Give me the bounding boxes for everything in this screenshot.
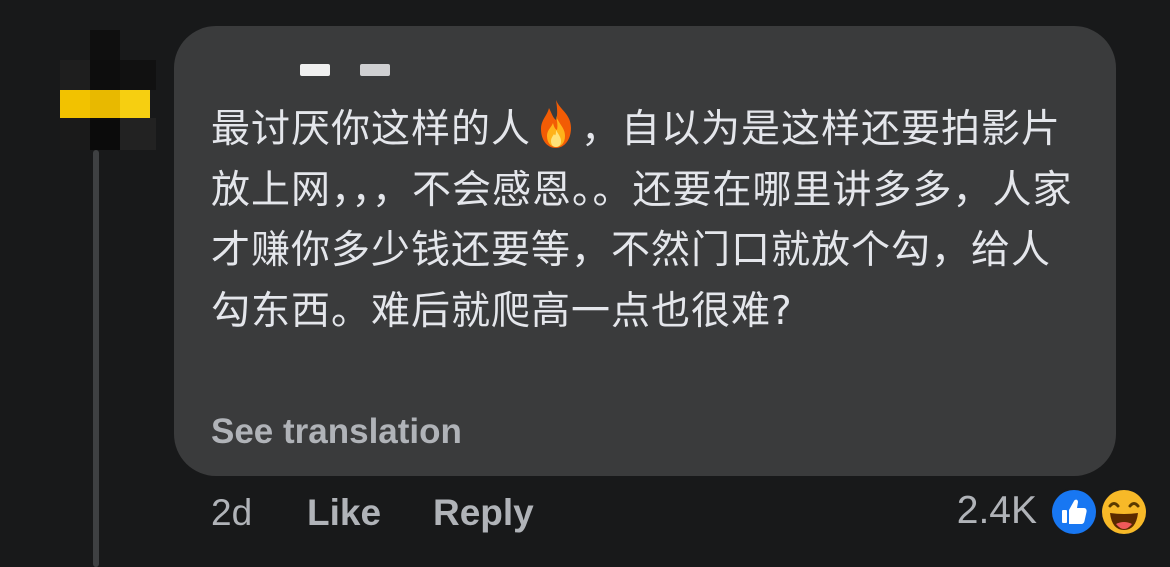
reaction-icons[interactable]	[1048, 486, 1153, 538]
comment-text-part-1: 最讨厌你这样的人	[211, 107, 532, 152]
comment-text: 最讨厌你这样的人 ，自以为是这样还要拍影片放上网，，，不会感恩。。还要在哪里讲多…	[211, 98, 1081, 342]
like-button[interactable]: Like	[307, 492, 381, 534]
avatar-pixelated[interactable]	[60, 30, 156, 150]
haha-icon	[1100, 488, 1148, 536]
reaction-count[interactable]: 2.4K	[957, 489, 1037, 533]
fire-icon	[533, 98, 579, 150]
comment-timestamp[interactable]: 2d	[211, 492, 252, 534]
reply-button[interactable]: Reply	[433, 492, 534, 534]
thread-line	[93, 150, 99, 567]
redacted-name-block	[300, 64, 330, 76]
like-icon	[1050, 488, 1098, 536]
redacted-name-block	[360, 64, 390, 76]
see-translation-link[interactable]: See translation	[211, 412, 462, 452]
